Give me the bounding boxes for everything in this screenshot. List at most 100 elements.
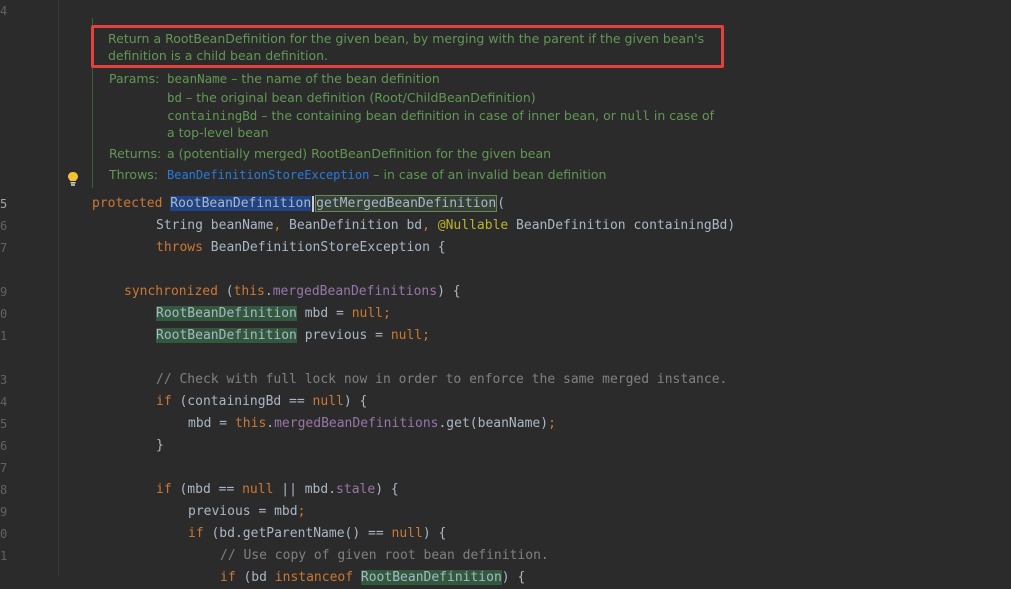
code-text: (bd.getParentName() == bbox=[203, 526, 392, 541]
code-line-if-parent[interactable]: if (bd.getParentName() == null) { bbox=[188, 523, 446, 545]
code-text: BeanDefinition bd bbox=[281, 218, 423, 233]
field: mergedBeanDefinitions bbox=[272, 284, 438, 299]
keyword: null bbox=[391, 526, 423, 541]
annotation: @Nullable bbox=[429, 218, 509, 233]
text-caret bbox=[312, 195, 315, 212]
code-line-if-instanceof[interactable]: if (bd instanceof RootBeanDefinition) { bbox=[220, 567, 525, 589]
line-number: 0 bbox=[0, 527, 8, 541]
code-text: mbd = bbox=[188, 416, 235, 431]
keyword: throws bbox=[156, 240, 203, 255]
param-beanname: beanName – the name of the bean definiti… bbox=[167, 70, 440, 87]
method-name-highlight: getMergedBeanDefinition bbox=[315, 195, 498, 212]
code-line-if-containing[interactable]: if (containingBd == null) { bbox=[156, 391, 367, 413]
returns-label: Returns: bbox=[109, 146, 162, 161]
code-text: .get(beanName) bbox=[438, 416, 549, 431]
keyword: instanceof bbox=[274, 570, 354, 585]
code-text: ) { bbox=[375, 482, 399, 497]
code-line-comment-copy[interactable]: // Use copy of given root bean definitio… bbox=[220, 545, 549, 567]
selected-type: RootBeanDefinition bbox=[170, 196, 312, 211]
code-line-previous-decl[interactable]: RootBeanDefinition previous = null; bbox=[156, 325, 430, 347]
keyword: null bbox=[242, 482, 274, 497]
code-text: ) { bbox=[422, 526, 447, 541]
type-usage-highlight: RootBeanDefinition bbox=[360, 570, 502, 585]
code-text: . bbox=[266, 416, 275, 431]
param-desc-continued: a top-level bean bbox=[167, 125, 269, 140]
throws-entry: BeanDefinitionStoreException – in case o… bbox=[167, 166, 606, 184]
code-line-close-brace[interactable]: } bbox=[156, 435, 164, 457]
highlight-annotation-box bbox=[91, 25, 724, 68]
line-number: 4 bbox=[0, 395, 8, 409]
lightbulb-icon[interactable] bbox=[66, 171, 80, 187]
line-number: 8 bbox=[0, 483, 8, 497]
param-desc: – the containing bean definition in case… bbox=[257, 108, 620, 123]
code-text: ( bbox=[497, 196, 506, 211]
param-bd: bd – the original bean definition (Root/… bbox=[167, 89, 536, 106]
keyword: null bbox=[312, 394, 344, 409]
line-number: 1 bbox=[0, 549, 8, 563]
punct: , bbox=[422, 218, 430, 233]
code-text: ( bbox=[217, 284, 234, 299]
keyword: if bbox=[156, 394, 172, 409]
code-text: (bd bbox=[235, 570, 275, 585]
throws-label: Throws: bbox=[109, 167, 159, 182]
line-number: 6 bbox=[0, 439, 8, 453]
throws-desc: – in case of an invalid bean definition bbox=[369, 167, 607, 182]
line-number: 7 bbox=[0, 461, 8, 475]
code-text: BeanDefinitionStoreException { bbox=[202, 240, 446, 255]
returns-desc: a (potentially merged) RootBeanDefinitio… bbox=[167, 146, 552, 161]
line-number-current: 5 bbox=[0, 197, 8, 211]
line-number: 9 bbox=[0, 505, 8, 519]
keyword: this bbox=[234, 416, 267, 431]
line-number: 7 bbox=[0, 241, 8, 255]
line-number: 4 bbox=[0, 4, 8, 18]
code-line-mbd-decl[interactable]: RootBeanDefinition mbd = null; bbox=[156, 303, 391, 325]
punct: ; bbox=[422, 328, 430, 343]
code-text: mbd = bbox=[296, 306, 352, 321]
punct: ; bbox=[297, 504, 306, 519]
type-usage-highlight: RootBeanDefinition bbox=[156, 328, 297, 343]
param-containingbd: containingBd – the containing bean defin… bbox=[167, 107, 714, 124]
line-number: 1 bbox=[0, 329, 8, 343]
field: mergedBeanDefinitions bbox=[274, 416, 439, 431]
keyword: if bbox=[220, 570, 236, 585]
param-desc: – the original bean definition (Root/Chi… bbox=[182, 90, 536, 105]
code-text: previous = mbd bbox=[188, 504, 298, 519]
code-line-previous-assign[interactable]: previous = mbd; bbox=[188, 501, 305, 523]
code-text: ) { bbox=[501, 570, 526, 585]
punct: ; bbox=[548, 416, 556, 431]
code-line-params[interactable]: String beanName, BeanDefinition bd, @Nul… bbox=[156, 215, 735, 237]
line-number: 6 bbox=[0, 219, 8, 233]
param-name: beanName bbox=[167, 71, 228, 86]
null-literal: null bbox=[619, 108, 650, 123]
code-line-if-mbd[interactable]: if (mbd == null || mbd.stale) { bbox=[156, 479, 399, 501]
code-text: (containingBd == bbox=[171, 394, 313, 409]
type-usage-highlight: RootBeanDefinition bbox=[156, 306, 297, 321]
code-text: String beanName bbox=[156, 218, 274, 233]
punct: ; bbox=[383, 306, 391, 321]
param-desc: – the name of the bean definition bbox=[227, 71, 440, 86]
params-label: Params: bbox=[109, 71, 160, 86]
param-name: bd bbox=[167, 90, 183, 105]
code-line-method-signature[interactable]: protected RootBeanDefinition getMergedBea… bbox=[92, 193, 505, 215]
code-text: ) { bbox=[437, 284, 461, 299]
code-text: || mbd. bbox=[273, 482, 337, 497]
keyword: null bbox=[351, 306, 383, 321]
line-number: 3 bbox=[0, 373, 8, 387]
code-line-mbd-assign[interactable]: mbd = this.mergedBeanDefinitions.get(bea… bbox=[188, 413, 556, 435]
code-line-synchronized[interactable]: synchronized (this.mergedBeanDefinitions… bbox=[124, 281, 461, 303]
keyword: synchronized bbox=[124, 284, 218, 299]
keyword: null bbox=[390, 328, 423, 343]
code-line-comment[interactable]: // Check with full lock now in order to … bbox=[156, 369, 727, 391]
code-text: . bbox=[264, 284, 273, 299]
code-text: previous = bbox=[296, 328, 391, 343]
code-text: ) { bbox=[343, 394, 368, 409]
throws-link[interactable]: BeanDefinitionStoreException bbox=[167, 168, 369, 182]
field: stale bbox=[336, 482, 376, 497]
code-line-throws[interactable]: throws BeanDefinitionStoreException { bbox=[156, 237, 446, 259]
line-gutter[interactable]: 4 5 6 7 9 0 1 3 4 5 6 7 8 9 0 1 bbox=[0, 0, 59, 576]
keyword: if bbox=[188, 526, 204, 541]
param-desc: in case of bbox=[649, 108, 715, 123]
keyword: this bbox=[233, 284, 265, 299]
code-text: (mbd == bbox=[171, 482, 243, 497]
line-number: 5 bbox=[0, 417, 8, 431]
